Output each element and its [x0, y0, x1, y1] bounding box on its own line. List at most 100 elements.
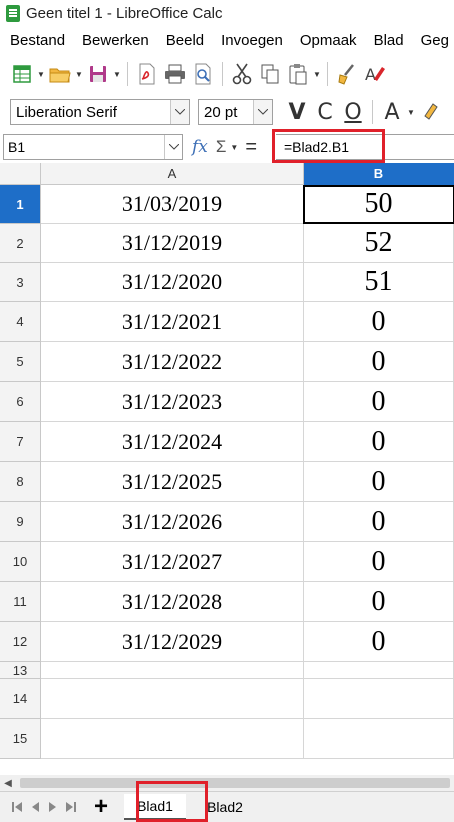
print-button[interactable] — [161, 60, 189, 88]
column-header-b[interactable]: B — [304, 163, 454, 185]
row-header[interactable]: 7 — [0, 422, 41, 462]
paste-button[interactable] — [284, 60, 312, 88]
window-title: Geen titel 1 - LibreOffice Calc — [26, 4, 223, 22]
formula-equals-button[interactable]: = — [245, 136, 257, 159]
new-dropdown-arrow[interactable]: ▼ — [36, 60, 46, 88]
row-header[interactable]: 8 — [0, 462, 41, 502]
column-header-a[interactable]: A — [41, 163, 304, 185]
cell-a[interactable] — [41, 679, 304, 719]
export-pdf-button[interactable] — [133, 60, 161, 88]
cell-a[interactable] — [41, 719, 304, 759]
row-header[interactable]: 9 — [0, 502, 41, 542]
next-sheet-button[interactable] — [44, 795, 62, 819]
save-dropdown-arrow[interactable]: ▼ — [112, 60, 122, 88]
cell-a[interactable]: 31/12/2028 — [41, 582, 304, 622]
row-header[interactable]: 2 — [0, 224, 41, 263]
font-name-dropdown[interactable] — [170, 100, 189, 124]
cell-b[interactable] — [304, 719, 454, 759]
row-header[interactable]: 5 — [0, 342, 41, 382]
clear-formatting-button[interactable]: A — [361, 60, 389, 88]
save-button[interactable] — [84, 60, 112, 88]
row-header[interactable]: 1 — [0, 185, 41, 224]
sum-dropdown-arrow[interactable]: ▼ — [230, 143, 238, 152]
highlight-color-button[interactable] — [416, 98, 444, 126]
sheet-tab-blad2[interactable]: Blad2 — [200, 794, 250, 820]
font-size-box[interactable]: 20 pt — [198, 99, 273, 125]
cell-b[interactable]: 0 — [304, 342, 454, 382]
cell-a[interactable]: 31/12/2024 — [41, 422, 304, 462]
cell-a[interactable]: 31/12/2026 — [41, 502, 304, 542]
cell-b[interactable]: 0 — [304, 382, 454, 422]
font-name-box[interactable]: Liberation Serif — [10, 99, 190, 125]
menu-invoegen[interactable]: Invoegen — [221, 32, 283, 49]
row-header[interactable]: 10 — [0, 542, 41, 582]
name-box[interactable]: B1 — [3, 134, 183, 160]
formula-input[interactable]: =Blad2.B1 — [276, 134, 454, 160]
cell-a[interactable]: 31/12/2029 — [41, 622, 304, 662]
function-wizard-button[interactable]: fx — [192, 137, 208, 157]
cell-b[interactable]: 51 — [304, 263, 454, 302]
cell-a[interactable]: 31/12/2022 — [41, 342, 304, 382]
row-header[interactable]: 14 — [0, 679, 41, 719]
cell-b[interactable]: 0 — [304, 622, 454, 662]
underline-button[interactable]: O — [339, 98, 367, 126]
font-size-dropdown[interactable] — [253, 100, 272, 124]
row-header[interactable]: 4 — [0, 302, 41, 342]
cell-a[interactable]: 31/12/2019 — [41, 224, 304, 263]
clone-formatting-button[interactable] — [333, 60, 361, 88]
menu-opmaak[interactable]: Opmaak — [300, 32, 357, 49]
previous-sheet-button[interactable] — [26, 795, 44, 819]
cell-a[interactable] — [41, 662, 304, 679]
bold-button[interactable]: V — [283, 98, 311, 126]
cell-b[interactable]: 0 — [304, 582, 454, 622]
cell-a[interactable]: 31/12/2025 — [41, 462, 304, 502]
cell-b[interactable]: 0 — [304, 542, 454, 582]
cell-b[interactable]: 50 — [304, 185, 454, 224]
menu-bestand[interactable]: Bestand — [10, 32, 65, 49]
row-header[interactable]: 15 — [0, 719, 41, 759]
cell-a[interactable]: 31/03/2019 — [41, 185, 304, 224]
new-spreadsheet-button[interactable] — [8, 60, 36, 88]
horizontal-scrollbar[interactable]: ◀ — [0, 775, 454, 791]
cell-b[interactable]: 0 — [304, 462, 454, 502]
select-all-corner[interactable] — [0, 163, 41, 185]
copy-button[interactable] — [256, 60, 284, 88]
cell-b[interactable] — [304, 662, 454, 679]
cell-b[interactable]: 52 — [304, 224, 454, 263]
font-color-dropdown-arrow[interactable]: ▼ — [406, 98, 416, 126]
menu-beeld[interactable]: Beeld — [166, 32, 204, 49]
cell-b[interactable]: 0 — [304, 302, 454, 342]
sheet-tab-blad1[interactable]: Blad1 — [124, 794, 186, 820]
cell-a[interactable]: 31/12/2020 — [41, 263, 304, 302]
cut-button[interactable] — [228, 60, 256, 88]
paste-dropdown-arrow[interactable]: ▼ — [312, 60, 322, 88]
font-color-button[interactable]: A — [378, 98, 406, 126]
sum-button[interactable]: Σ — [216, 137, 227, 157]
row-header[interactable]: 6 — [0, 382, 41, 422]
row-header[interactable]: 12 — [0, 622, 41, 662]
chevron-down-icon — [258, 109, 268, 115]
cell-a[interactable]: 31/12/2027 — [41, 542, 304, 582]
open-button[interactable] — [46, 60, 74, 88]
cell-b[interactable]: 0 — [304, 502, 454, 542]
menu-blad[interactable]: Blad — [374, 32, 404, 49]
italic-button[interactable]: C — [311, 98, 339, 126]
last-sheet-button[interactable] — [62, 795, 80, 819]
add-sheet-button[interactable]: + — [90, 793, 112, 820]
menu-gegevens[interactable]: Geg — [421, 32, 449, 49]
cell-a[interactable]: 31/12/2021 — [41, 302, 304, 342]
cell-b[interactable]: 0 — [304, 422, 454, 462]
open-dropdown-arrow[interactable]: ▼ — [74, 60, 84, 88]
scroll-left-arrow[interactable]: ◀ — [0, 778, 16, 789]
cell-a[interactable]: 31/12/2023 — [41, 382, 304, 422]
row-header[interactable]: 13 — [0, 662, 41, 679]
table-row: 1 31/03/2019 50 — [0, 185, 454, 224]
name-box-dropdown[interactable] — [164, 135, 182, 159]
print-preview-button[interactable] — [189, 60, 217, 88]
first-sheet-button[interactable] — [8, 795, 26, 819]
menu-bewerken[interactable]: Bewerken — [82, 32, 149, 49]
row-header[interactable]: 3 — [0, 263, 41, 302]
scrollbar-thumb[interactable] — [20, 778, 450, 788]
row-header[interactable]: 11 — [0, 582, 41, 622]
cell-b[interactable] — [304, 679, 454, 719]
